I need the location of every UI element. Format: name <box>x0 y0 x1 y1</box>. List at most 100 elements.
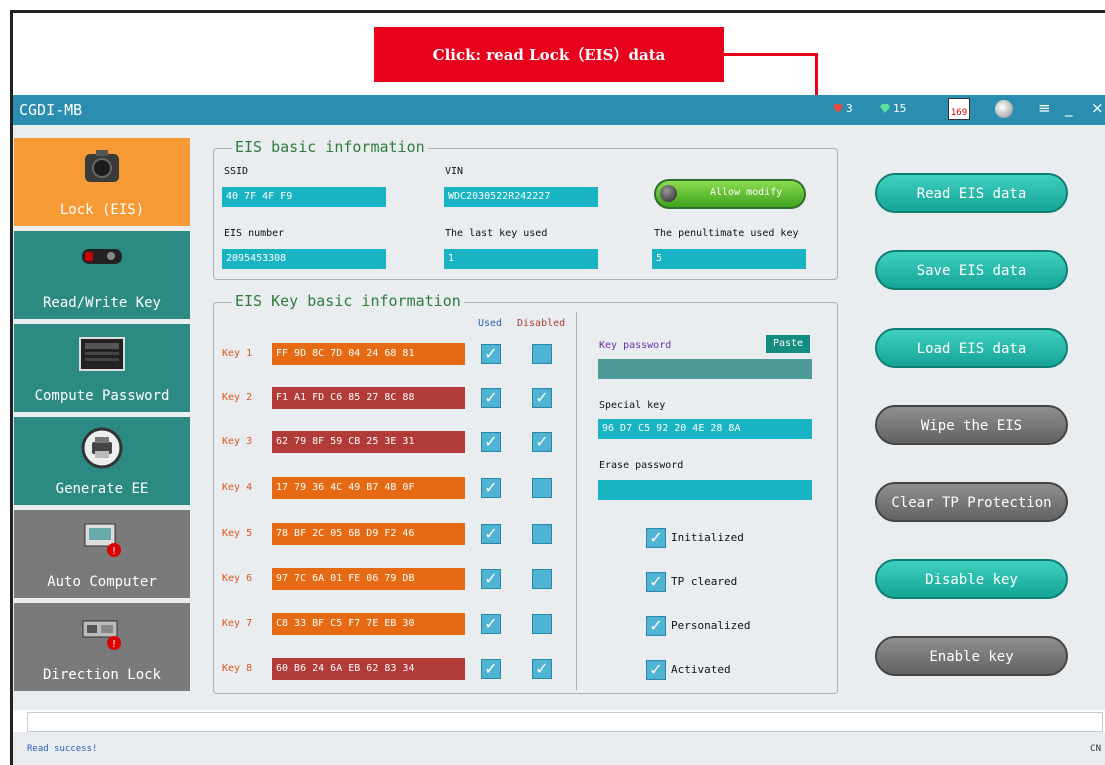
red-gem-count: 3 <box>846 102 853 115</box>
status-message: Read success! <box>27 744 98 754</box>
key-value[interactable]: 78 BF 2C 05 6B D9 F2 46 <box>272 523 465 545</box>
key-value[interactable]: FF 9D 8C 7D 04 24 68 81 <box>272 343 465 365</box>
last-key-field[interactable]: 1 <box>444 249 598 269</box>
sidebar-item-label: Read/Write Key <box>42 295 161 311</box>
car-key-icon <box>82 249 122 264</box>
minimize-icon[interactable]: _ <box>1065 99 1073 117</box>
key-label: Key 6 <box>222 573 253 584</box>
clear-tp-protection-button[interactable]: Clear TP Protection <box>875 482 1068 522</box>
close-icon[interactable]: × <box>1091 99 1104 117</box>
key-password-label: Key password <box>599 340 672 351</box>
key-label: Key 4 <box>222 482 253 493</box>
load-eis-data-button[interactable]: Load EIS data <box>875 328 1068 368</box>
key-used-checkbox[interactable]: ✓ <box>481 659 501 679</box>
key-disabled-checkbox[interactable]: ✓ <box>532 388 552 408</box>
key-disabled-checkbox[interactable] <box>532 344 552 364</box>
direction-lock-icon: ! <box>82 620 121 650</box>
tp-cleared-checkbox[interactable]: ✓ <box>646 572 666 592</box>
coin-icon[interactable] <box>995 100 1013 118</box>
sidebar-item-generate-ee[interactable]: Generate EE <box>14 417 190 505</box>
erase-password-label: Erase password <box>599 460 684 471</box>
key-disabled-checkbox[interactable] <box>532 478 552 498</box>
used-column-header: Used <box>478 318 503 329</box>
sidebar-item-compute-password[interactable]: Compute Password <box>14 324 190 412</box>
key-label: Key 1 <box>222 348 253 359</box>
key-value[interactable]: F1 A1 FD C6 85 27 8C 88 <box>272 387 465 409</box>
annotation-arrow <box>724 53 818 56</box>
sidebar-item-label: Lock (EIS) <box>59 202 145 218</box>
language-indicator[interactable]: CN <box>1090 744 1101 754</box>
sidebar-item-auto-computer[interactable]: ! Auto Computer <box>14 510 190 598</box>
key-value[interactable]: 62 79 8F 59 CB 25 3E 31 <box>272 431 465 453</box>
key-disabled-checkbox[interactable]: ✓ <box>532 659 552 679</box>
sidebar-item-read-write-key[interactable]: Read/Write Key <box>14 231 190 319</box>
calendar-icon[interactable]: 169 <box>948 98 970 120</box>
initialized-label: Initialized <box>671 531 744 544</box>
special-key-field[interactable]: 96 D7 C5 92 20 4E 28 8A <box>598 419 812 439</box>
green-gem-icon <box>880 104 890 113</box>
key-value[interactable]: 17 79 36 4C 49 B7 4B 0F <box>272 477 465 499</box>
sidebar-item-direction-lock[interactable]: ! Direction Lock <box>14 603 190 691</box>
key-disabled-checkbox[interactable]: ✓ <box>532 432 552 452</box>
penultimate-key-label: The penultimate used key <box>654 228 799 239</box>
read-eis-data-button[interactable]: Read EIS data <box>875 173 1068 213</box>
svg-text:!: ! <box>112 639 116 650</box>
sidebar-item-label: Direction Lock <box>42 667 161 683</box>
progress-bar <box>27 712 1103 732</box>
toggle-knob <box>660 185 677 202</box>
key-label: Key 2 <box>222 392 253 403</box>
key-value[interactable]: 60 B6 24 6A EB 62 83 34 <box>272 658 465 680</box>
paste-button[interactable]: Paste <box>766 335 810 353</box>
disable-key-button[interactable]: Disable key <box>875 559 1068 599</box>
personalized-label: Personalized <box>671 619 751 632</box>
key-password-field[interactable] <box>598 359 812 379</box>
key-disabled-checkbox[interactable] <box>532 614 552 634</box>
eis-number-field[interactable]: 2095453308 <box>222 249 386 269</box>
svg-text:!: ! <box>112 546 116 557</box>
personalized-checkbox[interactable]: ✓ <box>646 616 666 636</box>
initialized-checkbox[interactable]: ✓ <box>646 528 666 548</box>
password-device-icon <box>79 337 125 371</box>
app-title: CGDI-MB <box>19 101 83 119</box>
menu-icon[interactable]: ≡ <box>1038 99 1051 117</box>
green-gem-count: 15 <box>893 102 907 115</box>
enable-key-button[interactable]: Enable key <box>875 636 1068 676</box>
key-disabled-checkbox[interactable] <box>532 524 552 544</box>
group-title: EIS basic information <box>232 138 428 156</box>
activated-checkbox[interactable]: ✓ <box>646 660 666 680</box>
red-gem-counter: 3 <box>833 102 853 115</box>
key-disabled-checkbox[interactable] <box>532 569 552 589</box>
allow-modify-toggle[interactable]: Allow modify <box>654 179 806 209</box>
key-value[interactable]: 97 7C 6A 01 FE 06 79 DB <box>272 568 465 590</box>
key-used-checkbox[interactable]: ✓ <box>481 388 501 408</box>
sidebar-item-label: Compute Password <box>34 388 170 404</box>
printer-icon <box>81 427 123 469</box>
vin-label: VIN <box>445 166 464 177</box>
sidebar-item-label: Generate EE <box>55 481 149 497</box>
key-used-checkbox[interactable]: ✓ <box>481 344 501 364</box>
key-used-checkbox[interactable]: ✓ <box>481 569 501 589</box>
penultimate-key-field[interactable]: 5 <box>652 249 806 269</box>
title-bar: CGDI-MB 3 15 169 ≡ _ × <box>13 95 1105 125</box>
allow-modify-label: Allow modify <box>710 187 783 198</box>
erase-password-field[interactable] <box>598 480 812 500</box>
key-used-checkbox[interactable]: ✓ <box>481 614 501 634</box>
key-value[interactable]: C8 33 BF C5 F7 7E EB 30 <box>272 613 465 635</box>
key-section-divider <box>576 312 577 690</box>
save-eis-data-button[interactable]: Save EIS data <box>875 250 1068 290</box>
eis-number-label: EIS number <box>224 228 285 239</box>
activated-label: Activated <box>671 663 731 676</box>
key-used-checkbox[interactable]: ✓ <box>481 478 501 498</box>
annotation-callout: Click: read Lock（EIS）data <box>374 27 724 82</box>
allow-modify-track: Allow modify <box>656 181 804 207</box>
vin-field[interactable]: WDC2030522R242227 <box>444 187 598 207</box>
disabled-column-header: Disabled <box>517 318 566 329</box>
red-gem-icon <box>833 104 843 113</box>
key-used-checkbox[interactable]: ✓ <box>481 524 501 544</box>
wipe-eis-button[interactable]: Wipe the EIS <box>875 405 1068 445</box>
key-label: Key 5 <box>222 528 253 539</box>
key-label: Key 3 <box>222 436 253 447</box>
key-used-checkbox[interactable]: ✓ <box>481 432 501 452</box>
ssid-field[interactable]: 40 7F 4F F9 <box>222 187 386 207</box>
sidebar-item-lock-eis[interactable]: Lock (EIS) <box>14 138 190 226</box>
